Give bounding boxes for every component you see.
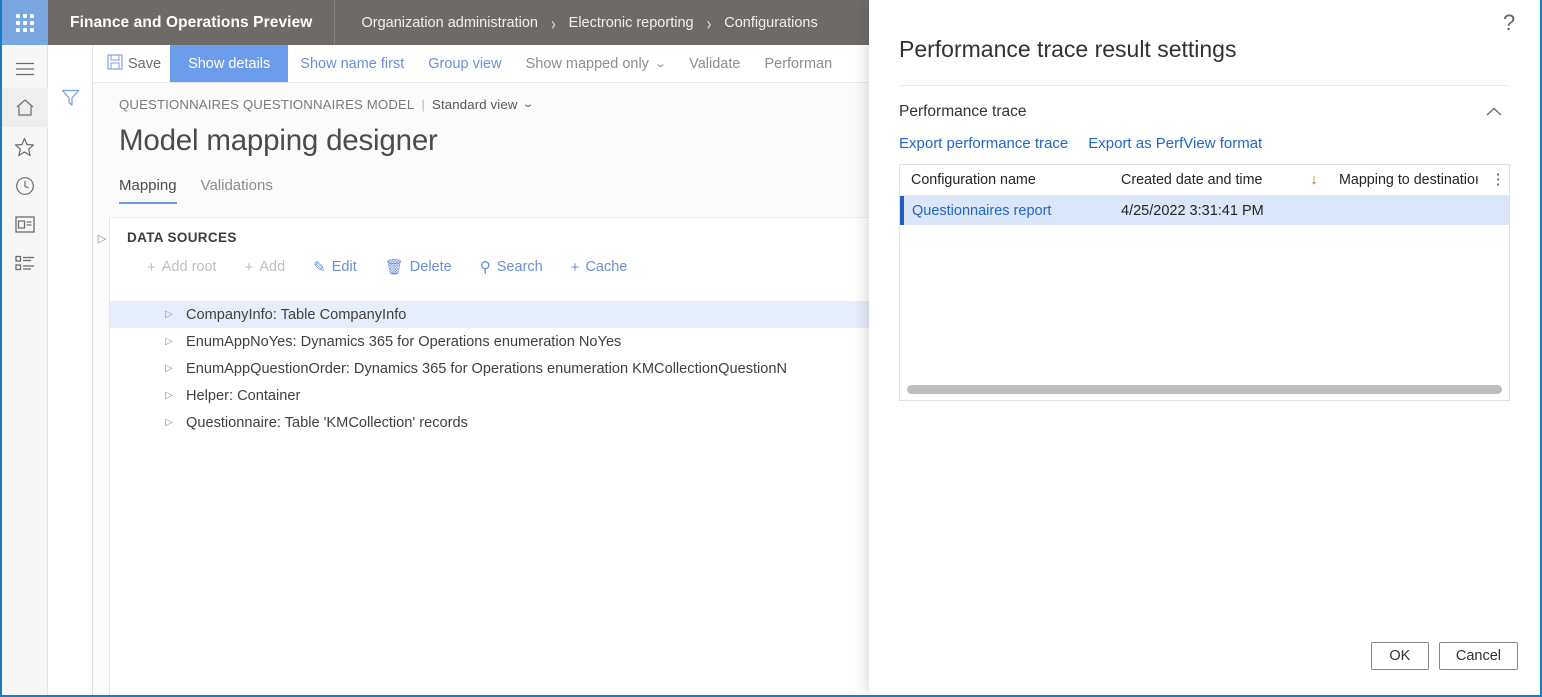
save-button[interactable]: Save — [93, 45, 170, 82]
export-as-perfview-format-link[interactable]: Export as PerfView format — [1088, 135, 1262, 152]
sidebar-item-home[interactable] — [2, 88, 48, 127]
tree-row-label: Questionnaire: Table 'KMCollection' reco… — [186, 414, 468, 431]
tab-mapping[interactable]: Mapping — [119, 177, 177, 204]
breadcrumb-item-configurations[interactable]: Configurations — [724, 15, 818, 31]
filter-funnel-icon[interactable] — [61, 89, 80, 695]
breadcrumb-divider: | — [421, 97, 425, 112]
filter-column — [48, 45, 93, 695]
hamburger-menu-icon[interactable] — [2, 49, 48, 88]
cache-label: Cache — [585, 259, 628, 275]
sort-descending-arrow-icon[interactable]: ↓ — [1300, 172, 1328, 188]
dialog-title: Performance trace result settings — [899, 36, 1237, 62]
expand-caret-icon[interactable]: ▷ — [165, 390, 174, 401]
dialog-action-links: Export performance trace Export as PerfV… — [869, 123, 1540, 152]
add-root-label: Add root — [161, 259, 217, 275]
left-navigation-rail — [2, 45, 48, 695]
app-title[interactable]: Finance and Operations Preview — [48, 0, 336, 45]
search-icon: ⚲ — [479, 258, 491, 276]
waffle-grid-icon[interactable] — [2, 0, 48, 45]
pencil-icon: ✎ — [313, 258, 326, 276]
delete-label: Delete — [409, 259, 452, 275]
view-selector[interactable]: Standard view ⌄ — [432, 97, 535, 112]
ok-button[interactable]: OK — [1370, 642, 1429, 670]
performance-trace-dialog: ? Performance trace result settings Perf… — [869, 0, 1540, 695]
horizontal-scrollbar[interactable] — [907, 385, 1502, 394]
chevron-down-icon: ⌄ — [654, 58, 667, 70]
show-mapped-only-dropdown[interactable]: Show mapped only ⌄ — [514, 45, 678, 82]
expand-caret-icon[interactable]: ▷ — [165, 309, 174, 320]
add-root-button[interactable]: + Add root — [135, 255, 229, 279]
edit-button[interactable]: ✎ Edit — [301, 255, 369, 279]
validate-button[interactable]: Validate — [677, 45, 752, 82]
chevron-up-icon[interactable] — [1478, 100, 1510, 123]
dialog-footer: OK Cancel — [1370, 642, 1518, 670]
chevron-right-icon: › — [550, 11, 556, 34]
clock-icon[interactable] — [2, 166, 48, 205]
show-name-first-button[interactable]: Show name first — [288, 45, 416, 82]
data-sources-expander[interactable]: ▷ — [94, 232, 110, 245]
chevron-right-icon: › — [706, 11, 712, 34]
trash-icon: 🗑 — [384, 258, 404, 276]
search-label: Search — [496, 259, 543, 275]
group-view-button[interactable]: Group view — [416, 45, 513, 82]
plus-icon: + — [244, 258, 254, 276]
waffle-dots — [16, 13, 34, 32]
save-disk-icon — [107, 53, 123, 74]
modules-list-icon[interactable] — [2, 244, 48, 283]
save-label: Save — [128, 55, 162, 72]
export-performance-trace-link[interactable]: Export performance trace — [899, 135, 1068, 152]
breadcrumb: Organization administration › Electronic… — [335, 0, 817, 45]
add-button[interactable]: + Add — [233, 255, 298, 279]
search-button[interactable]: ⚲ Search — [468, 255, 555, 279]
expand-caret-icon[interactable]: ▷ — [165, 417, 174, 428]
add-label: Add — [259, 259, 286, 275]
show-details-button[interactable]: Show details — [170, 45, 289, 82]
expand-caret-icon[interactable]: ▷ — [165, 336, 174, 347]
tree-row-label: Helper: Container — [186, 387, 301, 404]
chevron-down-icon: ⌄ — [521, 99, 535, 110]
tree-row-label: EnumAppQuestionOrder: Dynamics 365 for O… — [186, 360, 788, 377]
cell-configuration-name[interactable]: Questionnaires report — [904, 203, 1110, 219]
plus-icon: + — [147, 258, 156, 276]
cache-button[interactable]: + Cache — [559, 255, 640, 279]
delete-button[interactable]: 🗑 Delete — [373, 255, 464, 279]
column-header-created-date-and-time[interactable]: Created date and time — [1110, 172, 1300, 188]
column-header-configuration-name[interactable]: Configuration name — [900, 172, 1110, 188]
column-header-mapping-to-destination[interactable]: Mapping to destinatioı — [1328, 172, 1487, 188]
help-icon[interactable]: ? — [1478, 0, 1540, 45]
section-label: Performance trace — [899, 102, 1027, 120]
edit-label: Edit — [331, 259, 357, 275]
performance-trace-grid: Configuration name Created date and time… — [899, 164, 1510, 401]
cell-created-date-and-time: 4/25/2022 3:31:41 PM — [1121, 202, 1264, 219]
grid-body: Questionnaires report 4/25/2022 3:31:41 … — [900, 196, 1509, 400]
tree-row-label: EnumAppNoYes: Dynamics 365 for Operation… — [186, 333, 622, 350]
tree-row-label: CompanyInfo: Table CompanyInfo — [186, 306, 407, 323]
workspace-icon[interactable] — [2, 205, 48, 244]
tab-validations[interactable]: Validations — [201, 177, 273, 204]
performance-trace-section-header: Performance trace — [869, 86, 1540, 123]
page-breadcrumb-label: QUESTIONNAIRES QUESTIONNAIRES MODEL — [119, 97, 415, 112]
performance-button[interactable]: Performan — [752, 45, 844, 82]
view-selector-label: Standard view — [432, 97, 518, 112]
breadcrumb-item-electronic-reporting[interactable]: Electronic reporting — [569, 15, 694, 31]
show-mapped-only-label: Show mapped only — [525, 55, 649, 72]
breadcrumb-item-organization-administration[interactable]: Organization administration — [361, 15, 538, 31]
table-row[interactable]: Questionnaires report 4/25/2022 3:31:41 … — [900, 196, 1509, 225]
star-icon[interactable] — [2, 127, 48, 166]
cancel-button[interactable]: Cancel — [1438, 642, 1518, 670]
expand-caret-icon[interactable]: ▷ — [165, 363, 174, 374]
column-options-kebab-icon[interactable]: ⋮ — [1487, 172, 1509, 188]
grid-header-row: Configuration name Created date and time… — [900, 165, 1509, 196]
app-window: Finance and Operations Preview Organizat… — [0, 0, 1542, 697]
plus-icon: + — [570, 258, 580, 276]
